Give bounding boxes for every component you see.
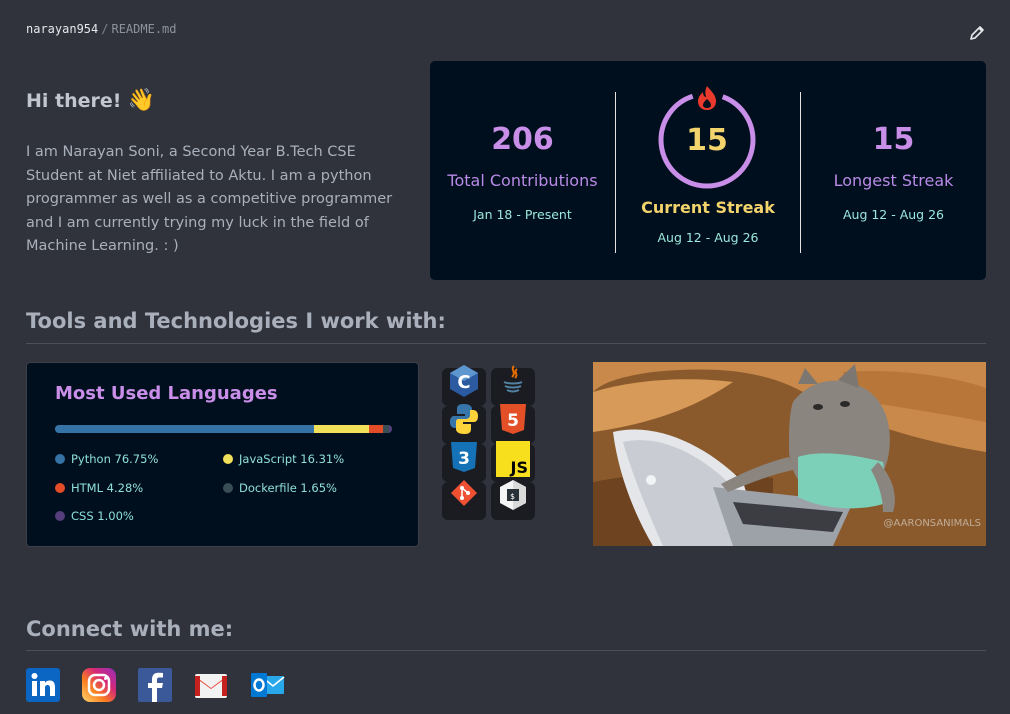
- longest-streak-block: 15 Longest Streak Aug 12 - Aug 26: [801, 61, 986, 280]
- language-legend-item: Dockerfile 1.65%: [223, 481, 337, 495]
- most-used-languages-card: Most Used Languages Python 76.75% JavaSc…: [26, 362, 419, 547]
- longest-streak-range: Aug 12 - Aug 26: [842, 207, 945, 222]
- tools-heading: Tools and Technologies I work with:: [26, 309, 446, 333]
- svg-text:C: C: [457, 372, 470, 393]
- language-bar-segment: [388, 425, 392, 433]
- section-divider: [26, 343, 986, 344]
- language-legend-item: JavaScript 16.31%: [223, 452, 344, 466]
- total-contributions-label: Total Contributions: [447, 171, 598, 190]
- breadcrumb-separator: /: [101, 22, 109, 36]
- language-legend-item: CSS 1.00%: [55, 509, 134, 523]
- language-legend-item: HTML 4.28%: [55, 481, 143, 495]
- css3-icon: 3: [442, 442, 486, 482]
- greeting-heading: Hi there! 👋: [26, 88, 155, 113]
- facebook-icon[interactable]: [138, 668, 172, 702]
- intro-paragraph: I am Narayan Soni, a Second Year B.Tech …: [26, 144, 393, 254]
- current-streak-label: Current Streak: [641, 198, 775, 217]
- language-bar-segment: [368, 425, 384, 433]
- language-dot: [55, 454, 65, 464]
- language-legend-item: Python 76.75%: [55, 452, 158, 466]
- svg-text:$: $: [510, 492, 515, 501]
- typing-cat-gif: @AARONSANIMALS: [593, 362, 986, 546]
- svg-text:3: 3: [458, 449, 470, 469]
- language-dot: [55, 483, 65, 493]
- edit-pencil-icon[interactable]: [966, 22, 988, 44]
- c-icon: C: [442, 365, 486, 406]
- current-streak-range: Aug 12 - Aug 26: [657, 230, 759, 245]
- longest-streak-label: Longest Streak: [833, 171, 954, 190]
- outlook-icon[interactable]: [250, 668, 285, 702]
- html5-icon: 5: [491, 404, 535, 444]
- longest-streak-value: 15: [872, 122, 915, 157]
- connect-heading: Connect with me:: [26, 617, 234, 641]
- languages-bar: [55, 425, 392, 433]
- breadcrumb-user[interactable]: narayan954: [26, 22, 98, 36]
- greeting-text: Hi there!: [26, 90, 122, 112]
- language-dot: [55, 511, 65, 521]
- svg-text:5: 5: [507, 411, 519, 431]
- total-contributions-block: 206 Total Contributions Jan 18 - Present: [430, 61, 615, 280]
- breadcrumb-file: README.md: [111, 22, 177, 36]
- divider: [615, 92, 616, 253]
- current-streak-ring: 15: [657, 85, 757, 189]
- gif-watermark: @AARONSANIMALS: [884, 518, 981, 529]
- javascript-icon: JS: [491, 441, 535, 482]
- waving-hand-icon: 👋: [127, 88, 155, 113]
- total-contributions-value: 206: [491, 122, 554, 157]
- linkedin-icon[interactable]: [26, 668, 60, 702]
- gmail-icon[interactable]: [194, 668, 228, 702]
- section-divider: [26, 650, 986, 651]
- svg-text:JS: JS: [510, 458, 528, 477]
- language-dot: [223, 454, 233, 464]
- bash-icon: $: [491, 480, 535, 520]
- language-bar-segment: [313, 425, 369, 433]
- current-streak-value: 15: [686, 123, 728, 158]
- java-icon: [491, 365, 535, 406]
- total-contributions-range: Jan 18 - Present: [473, 207, 572, 222]
- breadcrumb: narayan954/README.md: [26, 22, 177, 36]
- python-icon: [442, 404, 486, 444]
- instagram-icon[interactable]: [82, 668, 116, 702]
- language-bar-segment: [55, 425, 314, 433]
- git-icon: [442, 480, 486, 520]
- streak-card: 206 Total Contributions Jan 18 - Present…: [430, 61, 986, 280]
- languages-title: Most Used Languages: [55, 383, 278, 404]
- language-dot: [223, 483, 233, 493]
- fire-icon: [698, 86, 716, 110]
